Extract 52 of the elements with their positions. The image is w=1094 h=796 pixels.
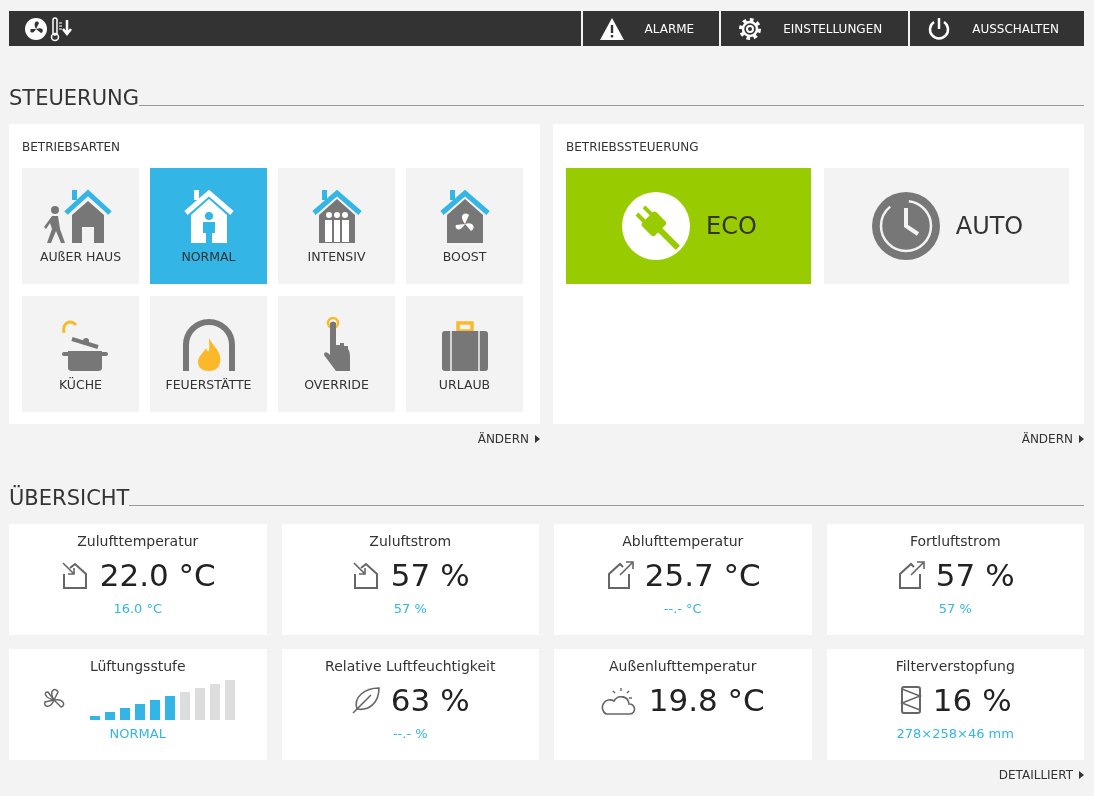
leaf-icon [350, 685, 381, 715]
control-mode-tile[interactable]: ECO [566, 168, 811, 284]
card-value: 22.0 °C [99, 557, 216, 593]
card-title: Außenlufttemperatur [609, 658, 757, 674]
change-link[interactable]: ÄNDERN [477, 432, 540, 446]
card-subvalue: 57 % [938, 601, 972, 616]
card-title: Relative Luftfeuchtigkeit [325, 658, 496, 674]
section-title: ÜBERSICHT [9, 486, 130, 510]
mode-tile[interactable]: INTENSIV [278, 168, 395, 284]
card-subvalue: 57 % [393, 601, 427, 616]
mode-tile[interactable]: NORMAL [150, 168, 267, 284]
caret-icon [1079, 771, 1084, 779]
card-title: Fortluftstrom [909, 533, 1001, 549]
warning-icon [598, 16, 625, 41]
card-title: Lüftungsstufe [89, 658, 186, 674]
mode-tile[interactable]: OVERRIDE [278, 296, 395, 412]
card-value: 57 % [935, 557, 1015, 593]
pointing-hand-icon [321, 316, 352, 373]
plug-icon [620, 190, 693, 262]
filter-icon [898, 685, 923, 715]
panel-title: BETRIEBSSTEUERUNG [566, 140, 700, 154]
card-subvalue: --.- °C [663, 601, 702, 616]
card-value: 63 % [390, 682, 470, 718]
house-arrow-in-icon [59, 560, 90, 590]
mode-tile[interactable]: URLAUB [406, 296, 523, 412]
card-title: Ablufttemperatur [622, 533, 744, 549]
caret-icon [1079, 435, 1084, 443]
section-title: STEUERUNG [9, 86, 139, 110]
caret-icon [535, 435, 540, 443]
settings-icon [737, 15, 764, 42]
card-title: Filterverstopfung [895, 658, 1015, 674]
panel-title: BETRIEBSARTEN [22, 140, 122, 154]
card-subvalue: 278×258×46 mm [896, 726, 1014, 741]
fan-thermometer-logo-icon [24, 15, 74, 43]
card-value: 19.8 °C [648, 682, 765, 718]
change-link[interactable]: ÄNDERN [1021, 432, 1084, 446]
card-title: Zulufttemperatur [77, 533, 199, 549]
mode-tile[interactable]: AUßER HAUS [22, 168, 139, 284]
card-subvalue: NORMAL [109, 726, 166, 741]
card-subvalue: 16.0 °C [113, 601, 163, 616]
control-mode-tile[interactable]: AUTO [824, 168, 1069, 284]
card-value: 57 % [390, 557, 470, 593]
mode-tile[interactable]: BOOST [406, 168, 523, 284]
card-subvalue: --.- % [392, 726, 428, 741]
card-title: Zuluftstrom [369, 533, 452, 549]
house-arrow-in-icon [350, 560, 381, 590]
card-value: 16 % [932, 682, 1012, 718]
mode-tile[interactable]: KÜCHE [22, 296, 139, 412]
card-value: 25.7 °C [644, 557, 761, 593]
clock-icon [869, 190, 942, 262]
detail-link[interactable]: DETAILLIERT [998, 768, 1084, 782]
mode-tile[interactable]: FEUERSTÄTTE [150, 296, 267, 412]
